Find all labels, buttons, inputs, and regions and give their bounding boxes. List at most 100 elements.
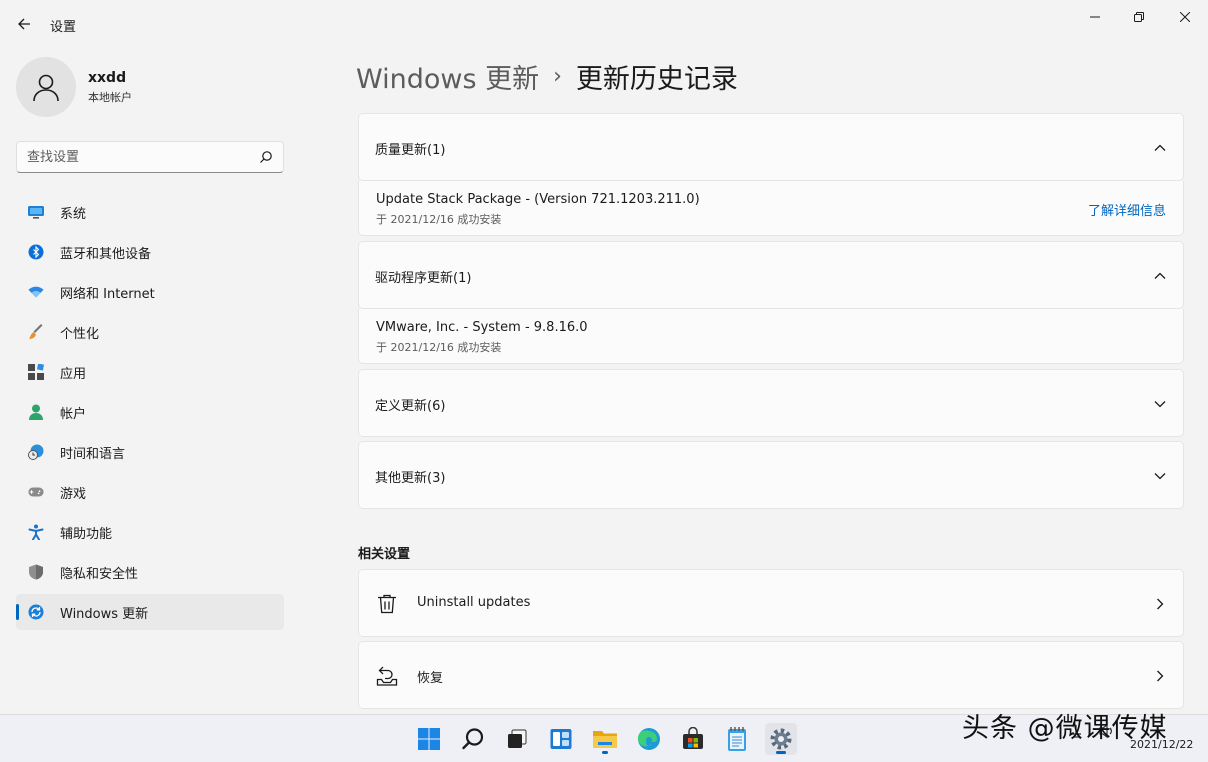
start-button[interactable]	[413, 723, 445, 755]
avatar	[16, 57, 76, 117]
chevron-up-icon	[1154, 144, 1166, 151]
shield-icon	[28, 564, 44, 580]
trash-icon	[378, 594, 396, 614]
chevron-right-icon	[1157, 670, 1164, 682]
edge-icon	[637, 728, 660, 750]
search-box[interactable]	[16, 141, 284, 173]
chevron-down-icon	[1154, 401, 1166, 408]
sidebar-item-privacy[interactable]: 隐私和安全性	[16, 554, 284, 590]
sidebar-item-label: 辅助功能	[60, 526, 113, 542]
section-definition-updates-header[interactable]: 定义更新(6)	[358, 369, 1184, 437]
taskbar-date[interactable]: 2021/12/22	[1130, 738, 1193, 751]
person-icon	[33, 74, 59, 102]
section-driver-updates-header[interactable]: 驱动程序更新(1)	[358, 241, 1184, 309]
section-other-updates-header[interactable]: 其他更新(3)	[358, 441, 1184, 509]
store-icon	[683, 727, 703, 749]
restore-icon	[1134, 12, 1144, 22]
sidebar-item-windows-update[interactable]: Windows 更新	[16, 594, 284, 630]
store-button[interactable]	[677, 723, 709, 755]
sidebar-item-label: 系统	[60, 206, 87, 222]
section-title: 定义更新(6)	[375, 399, 446, 414]
file-explorer-icon	[593, 731, 617, 748]
update-status: 于 2021/12/16 成功安装	[376, 341, 502, 354]
row-label: Uninstall updates	[417, 595, 531, 610]
section-title: 驱动程序更新(1)	[375, 271, 472, 286]
chevron-right-icon	[1157, 598, 1164, 610]
widgets-button[interactable]	[545, 723, 577, 755]
sidebar-item-label: 帐户	[60, 406, 87, 422]
app-title: 设置	[50, 20, 77, 35]
brush-icon	[28, 324, 44, 340]
sidebar-item-label: 蓝牙和其他设备	[60, 246, 152, 262]
sidebar-item-apps[interactable]: 应用	[16, 354, 284, 390]
accessibility-icon	[28, 524, 44, 540]
update-name: VMware, Inc. - System - 9.8.16.0	[376, 320, 588, 335]
start-icon	[418, 728, 440, 750]
back-button[interactable]	[12, 12, 36, 36]
sidebar-item-accessibility[interactable]: 辅助功能	[16, 514, 284, 550]
chevron-down-icon	[1154, 473, 1166, 480]
windows-update-icon	[28, 604, 44, 620]
learn-more-link[interactable]: 了解详细信息	[1088, 200, 1166, 219]
update-status: 于 2021/12/16 成功安装	[376, 213, 502, 226]
settings-icon	[770, 728, 792, 750]
notepad-button[interactable]	[721, 723, 753, 755]
running-indicator	[602, 751, 608, 754]
search-icon	[462, 728, 484, 750]
profile-name: xxdd	[88, 69, 127, 86]
sidebar-item-accounts[interactable]: 帐户	[16, 394, 284, 430]
row-label: 恢复	[417, 671, 444, 686]
sidebar-item-label: 时间和语言	[60, 446, 126, 462]
sidebar-item-gaming[interactable]: 游戏	[16, 474, 284, 510]
edge-button[interactable]	[633, 723, 665, 755]
breadcrumb-parent-link[interactable]: Windows 更新	[356, 57, 539, 96]
person-icon	[28, 404, 44, 420]
notepad-icon	[728, 727, 746, 751]
user-profile[interactable]: xxdd 本地帐户	[16, 56, 132, 118]
sidebar-item-label: 应用	[60, 366, 87, 382]
section-title: 其他更新(3)	[375, 471, 446, 486]
update-name: Update Stack Package - (Version 721.1203…	[376, 192, 700, 207]
sidebar-item-time-language[interactable]: 时间和语言	[16, 434, 284, 470]
widgets-icon	[550, 729, 572, 749]
related-settings-title: 相关设置	[358, 547, 411, 562]
apps-icon	[28, 364, 44, 380]
search-input[interactable]	[17, 142, 247, 172]
breadcrumb: Windows 更新 › 更新历史记录	[356, 57, 738, 96]
file-explorer-button[interactable]	[589, 723, 621, 755]
page-title: 更新历史记录	[575, 63, 738, 95]
close-button[interactable]	[1162, 4, 1208, 30]
breadcrumb-separator: ›	[553, 63, 562, 89]
taskbar-search-button[interactable]	[457, 723, 489, 755]
sidebar-nav: 系统 蓝牙和其他设备 网络和 Internet 个性化 应用 帐户 时间和语言 …	[16, 194, 284, 634]
sidebar-item-label: Windows 更新	[60, 606, 149, 622]
search-icon[interactable]	[259, 150, 273, 164]
close-icon	[1180, 12, 1190, 22]
active-indicator	[776, 751, 786, 754]
minimize-button[interactable]	[1072, 4, 1118, 30]
sidebar-item-label: 游戏	[60, 486, 87, 502]
title-bar: 设置	[0, 0, 1208, 48]
wifi-icon	[28, 284, 44, 300]
minimize-icon	[1090, 16, 1100, 18]
bluetooth-icon	[28, 244, 44, 260]
sidebar-item-bluetooth[interactable]: 蓝牙和其他设备	[16, 234, 284, 270]
update-entry: Update Stack Package - (Version 721.1203…	[358, 181, 1184, 236]
task-view-icon	[508, 729, 527, 748]
sidebar-item-label: 个性化	[60, 326, 100, 342]
maximize-button[interactable]	[1116, 4, 1162, 30]
globe-clock-icon	[28, 444, 44, 460]
recovery-row[interactable]: 恢复	[358, 641, 1184, 709]
profile-account-type: 本地帐户	[88, 90, 132, 104]
settings-button[interactable]	[765, 723, 797, 755]
sidebar-item-network[interactable]: 网络和 Internet	[16, 274, 284, 310]
section-quality-updates-header[interactable]: 质量更新(1)	[358, 113, 1184, 181]
update-entry: VMware, Inc. - System - 9.8.16.0 于 2021/…	[358, 309, 1184, 364]
sidebar-item-label: 网络和 Internet	[60, 286, 155, 302]
sidebar-item-personalization[interactable]: 个性化	[16, 314, 284, 350]
monitor-icon	[28, 204, 44, 220]
task-view-button[interactable]	[501, 723, 533, 755]
sidebar-item-system[interactable]: 系统	[16, 194, 284, 230]
gamepad-icon	[28, 484, 44, 500]
uninstall-updates-row[interactable]: Uninstall updates	[358, 569, 1184, 637]
